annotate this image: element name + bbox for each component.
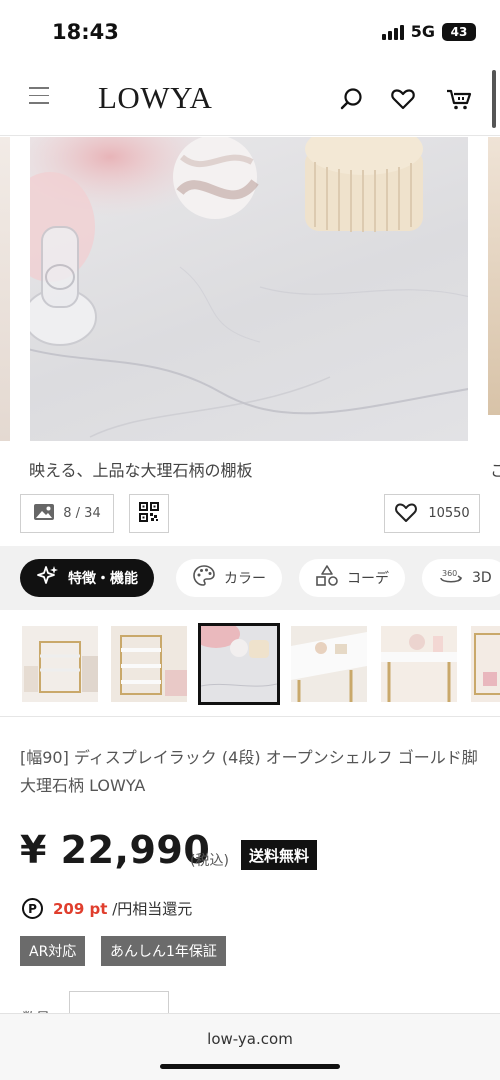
page-scrollbar[interactable] [492,70,496,128]
thumbnail-item[interactable] [22,626,98,702]
product-main-image[interactable] [30,137,468,441]
tax-note: (税込) [190,853,229,869]
points-suffix: /円相当還元 [112,900,193,918]
points-icon: P [22,898,43,919]
browser-url-bar[interactable]: low-ya.com [0,1013,500,1080]
network-type: 5G [410,22,435,41]
product-title: [幅90] ディスプレイラック (4段) オープンシェルフ ゴールド脚 大理石柄… [20,748,478,795]
thumbnail-item[interactable] [198,623,280,705]
home-indicator[interactable] [160,1064,340,1069]
status-indicators: 5G 43 [381,22,476,41]
signal-icon [381,24,404,40]
product-image-carousel[interactable] [0,137,500,441]
battery-icon: 43 [442,22,476,41]
status-bar: 18:43 5G 43 [0,0,500,66]
image-counter-text: 8 / 34 [63,506,101,521]
previous-image-peek[interactable] [0,137,10,441]
product-price: ¥ 22,990 [20,828,211,872]
view-360-icon: 360 [438,564,464,592]
thumbnail-item[interactable] [381,626,457,702]
image-caption: 映える、上品な大理石柄の棚板 [29,461,253,480]
qr-code-button[interactable] [129,494,169,533]
ar-badge: AR対応 [20,936,86,966]
tab-color[interactable]: カラー [176,559,282,597]
favorite-count: 10550 [428,506,470,521]
thumbnail-strip [0,618,500,708]
cart-icon[interactable] [445,85,473,113]
heart-outline-icon [394,501,418,527]
battery-level: 43 [450,24,468,39]
url-text: low-ya.com [207,1030,293,1048]
tab-coordinate-label: コーデ [347,571,389,587]
palette-icon [192,564,216,592]
free-shipping-badge: 送料無料 [241,840,318,870]
tab-3d-label: 3D [472,570,492,586]
thumbnail-item[interactable] [471,626,500,702]
tab-coordinate[interactable]: コーデ [299,559,405,597]
site-logo[interactable]: LOWYA [98,80,212,116]
menu-icon[interactable] [29,87,49,107]
status-time: 18:43 [52,20,119,44]
image-icon [33,503,55,525]
tab-features-label: 特徴・機能 [68,571,138,587]
tab-color-label: カラー [224,571,266,587]
tab-features[interactable]: 特徴・機能 [20,559,154,597]
feature-tab-strip: 特徴・機能 カラー コーデ 360 3D [0,546,500,610]
qr-code-icon [139,501,159,526]
heart-icon[interactable] [389,85,417,113]
points-info: P 209 pt /円相当還元 [22,898,192,919]
svg-text:360: 360 [442,569,457,578]
points-value: 209 pt [53,900,108,918]
section-divider [0,716,500,717]
warranty-badge: あんしん1年保証 [101,936,226,966]
next-image-peek[interactable] [488,137,500,415]
search-icon[interactable] [338,85,366,113]
next-image-caption-peek: こ [490,461,500,480]
shapes-icon [315,564,339,592]
tab-3d[interactable]: 360 3D [422,559,500,597]
thumbnail-item[interactable] [111,626,187,702]
favorite-button[interactable]: 10550 [384,494,480,533]
site-header: LOWYA [0,66,500,136]
sparkle-icon [36,564,60,592]
thumbnail-item[interactable] [291,626,367,702]
image-count-button[interactable]: 8 / 34 [20,494,114,533]
